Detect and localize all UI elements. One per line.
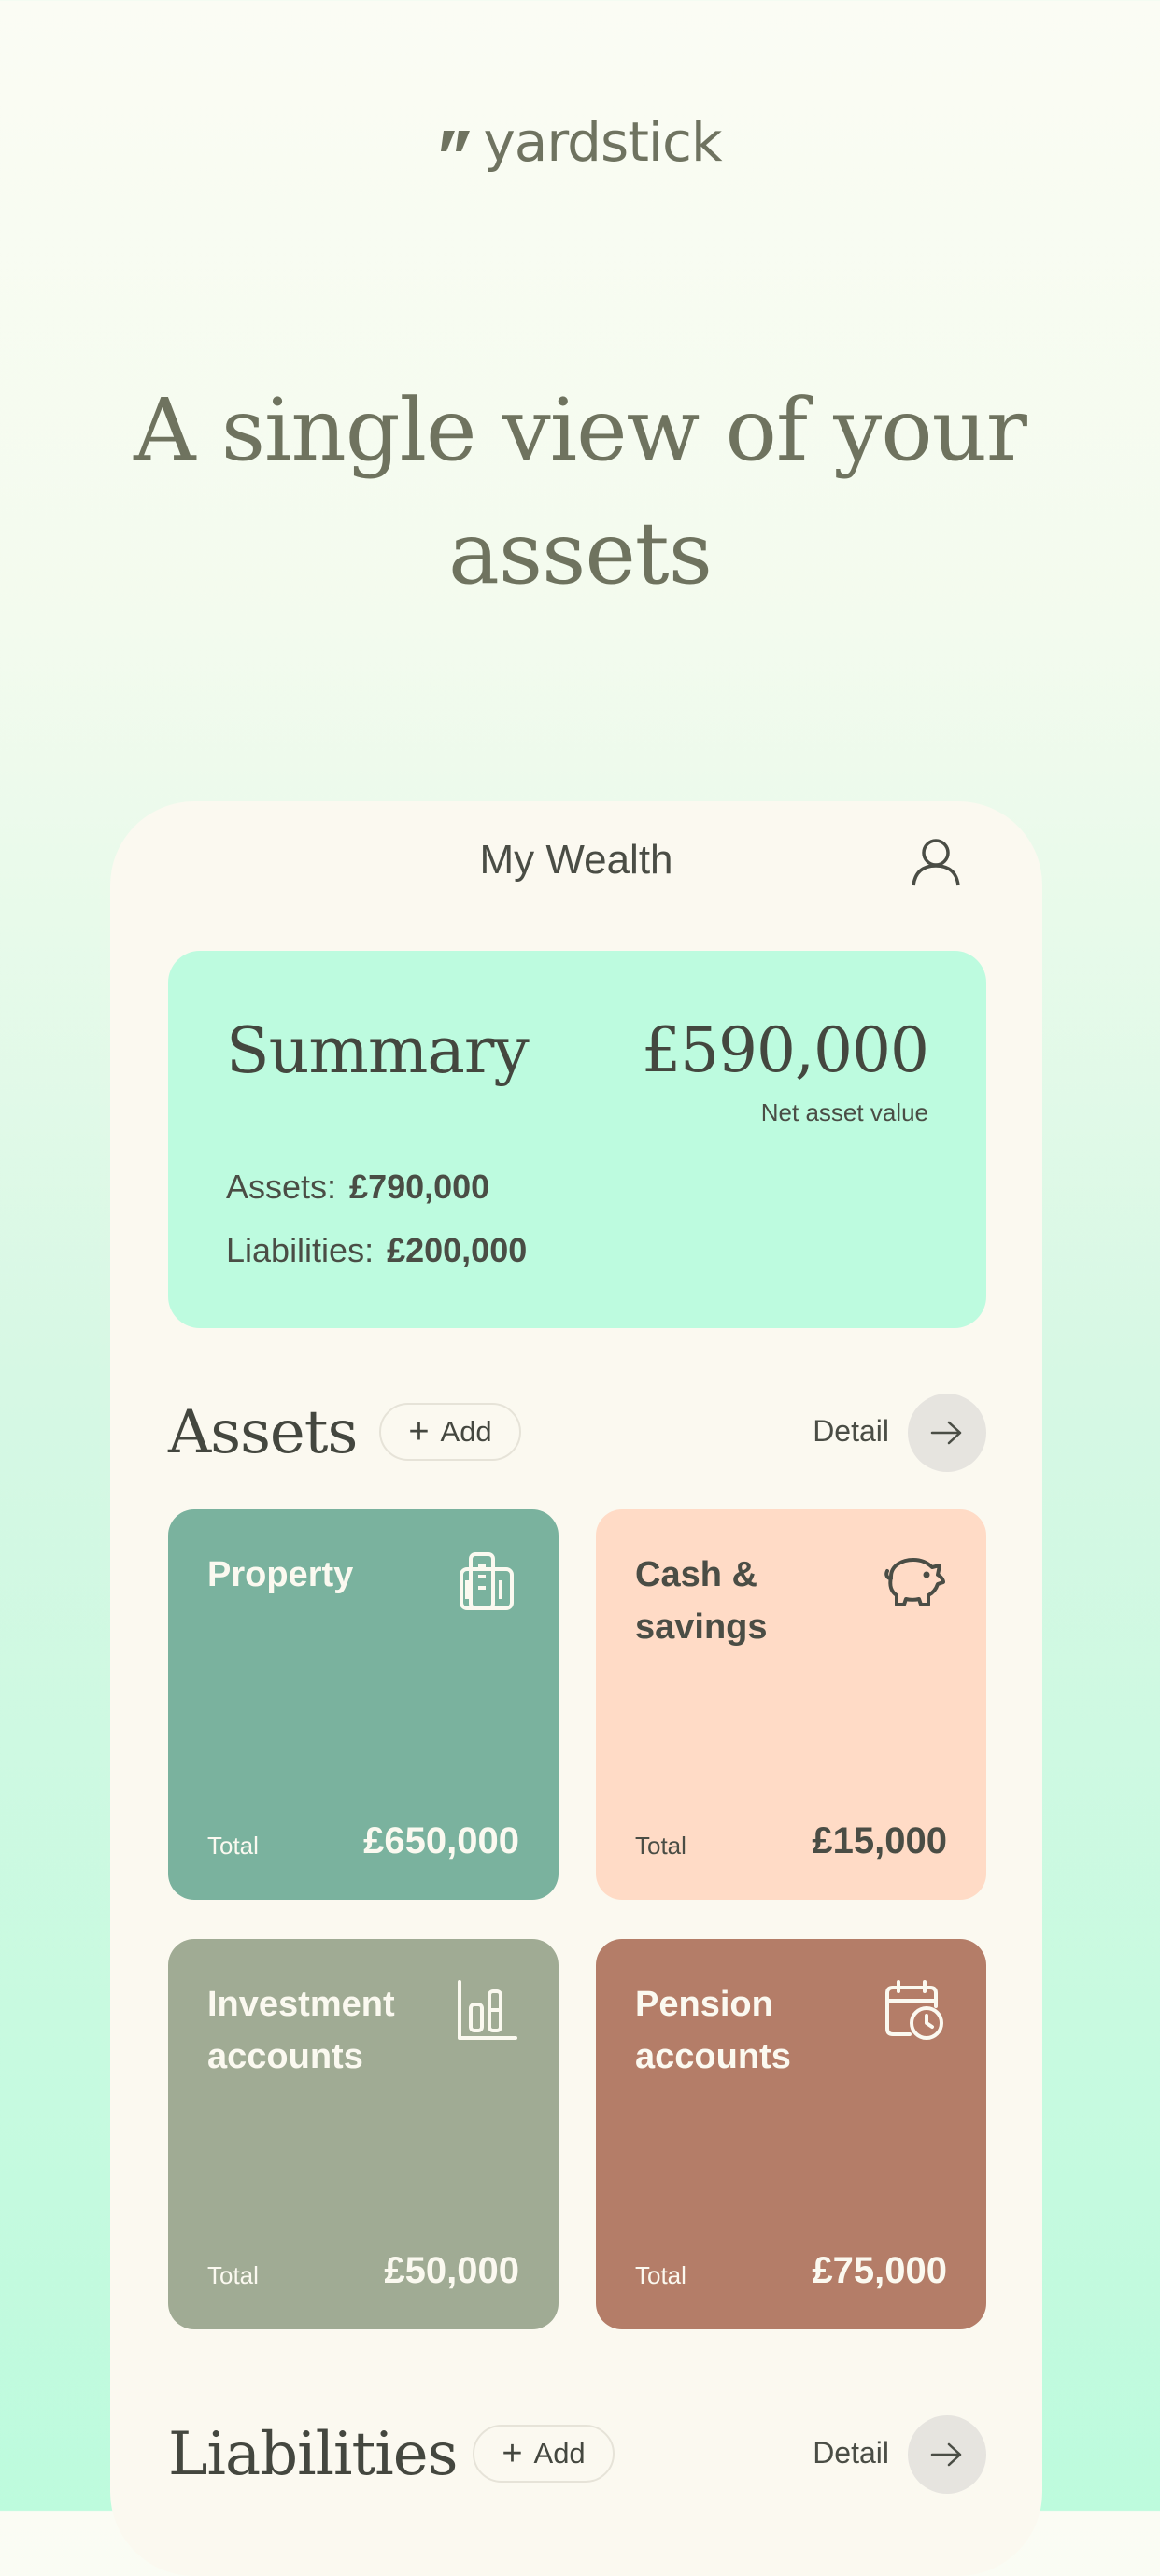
app-screen: My Wealth Summary £590,000 Net asset val…: [110, 801, 1042, 2576]
net-asset-value: £590,000: [642, 1014, 929, 1086]
card-title: Cash & savings: [635, 1555, 768, 1647]
investment-accounts-card[interactable]: Investment accounts Total £50,000: [168, 1939, 559, 2329]
liabilities-detail-button[interactable]: [908, 2415, 986, 2494]
liabilities-section-title: Liabilities: [168, 2420, 458, 2489]
card-total-label: Total: [635, 1832, 686, 1860]
hero-heading: A single view of your assets: [0, 369, 1160, 616]
brand-name: yardstick: [483, 110, 722, 174]
building-icon: [460, 1552, 514, 1610]
card-total-value: £15,000: [812, 1820, 947, 1861]
add-liability-button[interactable]: + Add: [473, 2425, 615, 2483]
liabilities-value: £200,000: [387, 1231, 528, 1269]
add-asset-button[interactable]: + Add: [379, 1403, 521, 1461]
bar-chart-icon: [458, 1980, 517, 2040]
plus-icon: +: [408, 1412, 430, 1451]
card-total-label: Total: [207, 2261, 259, 2289]
summary-title: Summary: [226, 1014, 530, 1088]
liabilities-label: Liabilities:: [226, 1231, 375, 1269]
assets-section-header: Assets + Add Detail: [168, 1394, 986, 1472]
card-total-value: £50,000: [384, 2250, 519, 2291]
brand-logo: yardstick: [0, 110, 1160, 174]
app-top-bar: My Wealth: [110, 801, 1042, 923]
assets-summary-row: Assets: £790,000: [226, 1168, 489, 1207]
assets-detail-button[interactable]: [908, 1394, 986, 1472]
card-title: Property: [207, 1555, 354, 1594]
card-total-label: Total: [635, 2261, 686, 2289]
liabilities-section-header: Liabilities + Add Detail: [168, 2415, 986, 2494]
hero-line-1: A single view of your: [134, 380, 1027, 480]
net-asset-label: Net asset value: [760, 1098, 928, 1126]
card-total-value: £650,000: [363, 1820, 519, 1861]
cash-savings-card[interactable]: Cash & savings Total £15,000: [596, 1509, 986, 1900]
piggy-bank-icon: [884, 1558, 945, 1606]
assets-value: £790,000: [349, 1168, 490, 1206]
hero-line-2: assets: [448, 503, 713, 603]
card-title: Pension accounts: [635, 1985, 791, 2076]
property-card[interactable]: Property Total £650,000: [168, 1509, 559, 1900]
card-total-label: Total: [207, 1832, 259, 1860]
add-asset-label: Add: [440, 1415, 492, 1448]
assets-detail-label[interactable]: Detail: [813, 1414, 889, 1449]
summary-card: Summary £590,000 Net asset value Assets:…: [168, 951, 986, 1328]
card-title: Investment accounts: [207, 1985, 395, 2076]
user-profile-icon[interactable]: [910, 835, 962, 887]
add-liability-label: Add: [533, 2437, 586, 2470]
card-total-value: £75,000: [812, 2250, 947, 2291]
pension-accounts-card[interactable]: Pension accounts Total £75,000: [596, 1939, 986, 2329]
arrow-right-icon: [930, 2442, 962, 2467]
screen-title: My Wealth: [479, 837, 673, 883]
assets-section-title: Assets: [168, 1398, 358, 1467]
arrow-right-icon: [930, 1421, 962, 1445]
liabilities-summary-row: Liabilities: £200,000: [226, 1231, 527, 1270]
calendar-clock-icon: [885, 1980, 943, 2040]
liabilities-detail-label[interactable]: Detail: [813, 2436, 889, 2470]
logo-mark-icon: [441, 131, 471, 151]
assets-label: Assets:: [226, 1168, 337, 1206]
plus-icon: +: [502, 2434, 523, 2473]
